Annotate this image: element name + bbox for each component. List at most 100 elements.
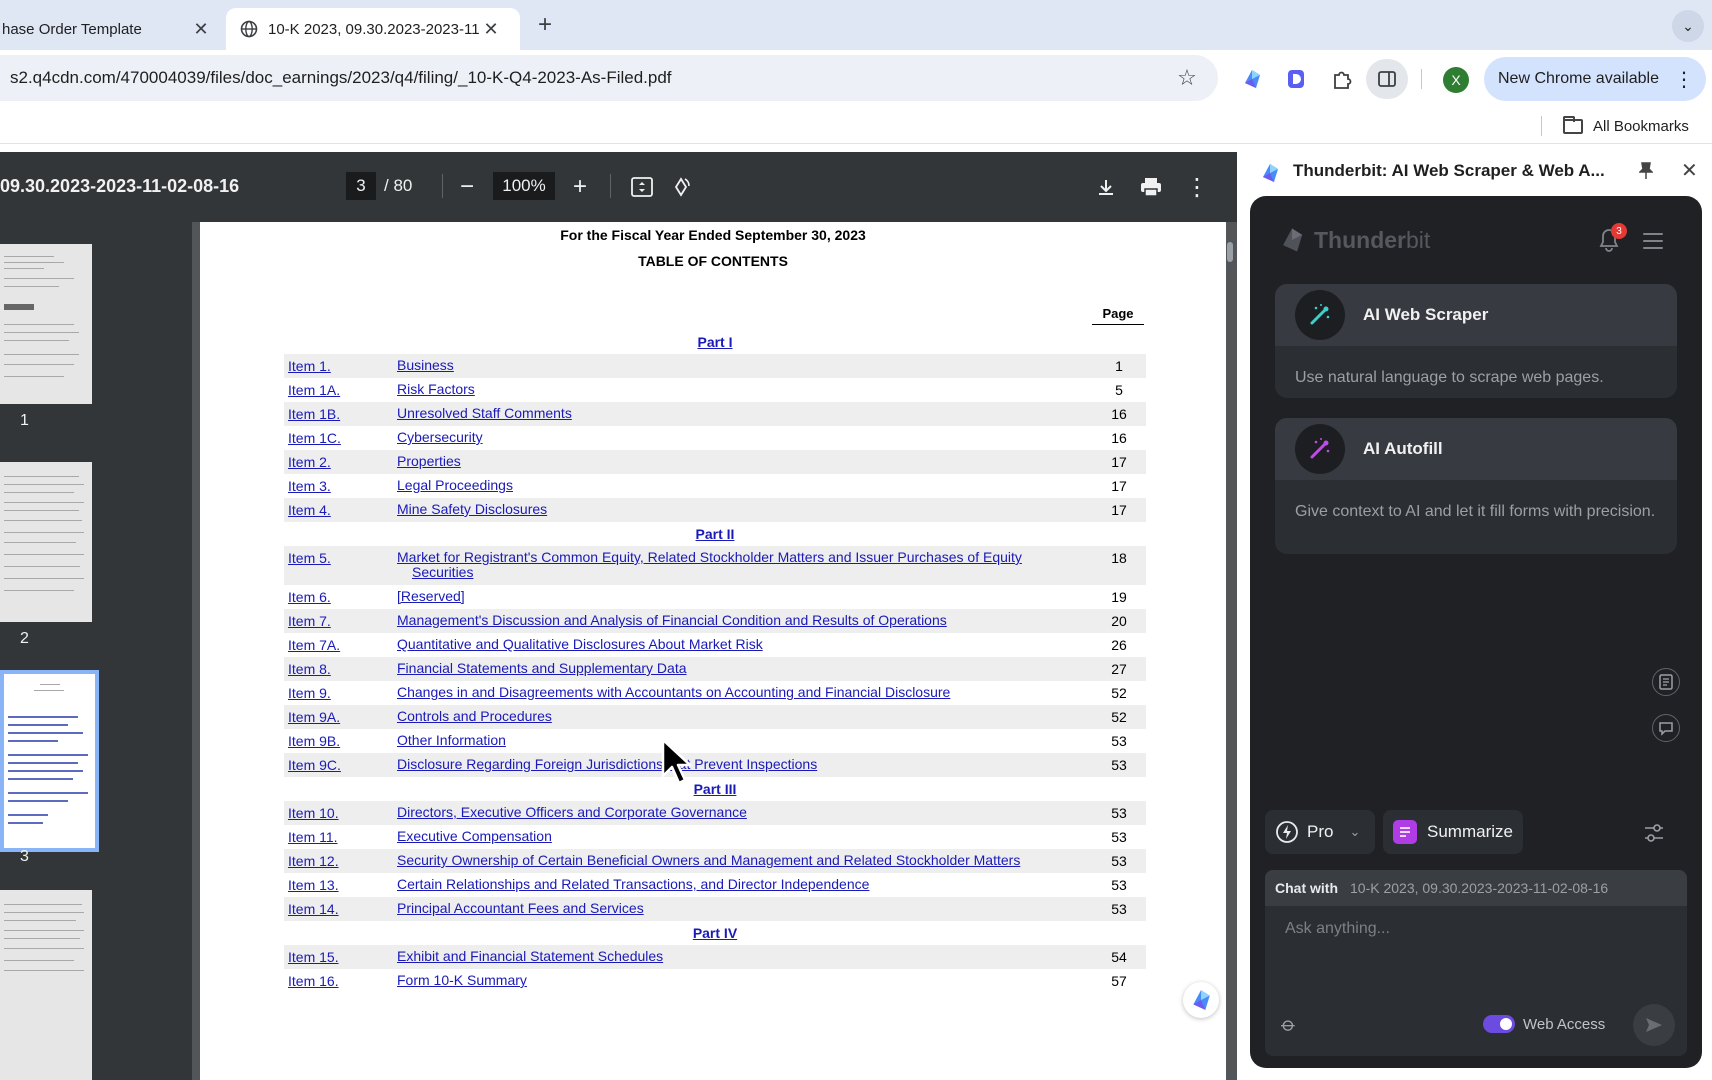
item-link[interactable]: Item 11. [288, 829, 338, 845]
part-heading[interactable]: Part III [284, 777, 1146, 801]
thunderbit-floating-button[interactable] [1183, 982, 1219, 1018]
tab-purchase-order[interactable]: hase Order Template ✕ [0, 8, 222, 50]
item-link[interactable]: Item 12. [288, 853, 339, 869]
title-link[interactable]: Financial Statements and Supplementary D… [397, 661, 1087, 676]
tab-search-button[interactable]: ⌄ [1672, 10, 1704, 42]
title-link[interactable]: Disclosure Regarding Foreign Jurisdictio… [397, 757, 1087, 772]
web-access-toggle[interactable] [1483, 1015, 1515, 1033]
tab-10k-pdf[interactable]: 10-K 2023, 09.30.2023-2023-11-02-08-16 ✕ [226, 8, 520, 50]
item-link[interactable]: Item 3. [288, 478, 331, 494]
item-link[interactable]: Item 5. [288, 550, 331, 566]
summarize-button[interactable]: Summarize [1383, 810, 1523, 854]
fit-page-button[interactable] [627, 172, 657, 202]
d-extension-icon[interactable] [1282, 65, 1310, 93]
item-link[interactable]: Item 4. [288, 502, 331, 518]
part-heading[interactable]: Part I [284, 330, 1146, 354]
item-link[interactable]: Item 10. [288, 805, 339, 821]
item-link[interactable]: Item 7. [288, 613, 331, 629]
chat-input[interactable]: Ask anything... [1285, 920, 1390, 938]
title-link[interactable]: Quantitative and Qualitative Disclosures… [397, 637, 1087, 652]
title-link[interactable]: Exhibit and Financial Statement Schedule… [397, 949, 1087, 964]
page-number: 17 [1111, 454, 1127, 470]
zoom-level-input[interactable]: 100% [493, 172, 555, 200]
item-link[interactable]: Item 1B. [288, 406, 340, 422]
item-link[interactable]: Item 6. [288, 589, 331, 605]
title-link[interactable]: Legal Proceedings [397, 478, 1087, 493]
zoom-out-button[interactable]: − [452, 172, 482, 202]
settings-sliders-icon[interactable] [1643, 822, 1665, 844]
title-link[interactable]: Properties [397, 454, 1087, 469]
item-link[interactable]: Item 9C. [288, 757, 341, 773]
thumbnail-page-4[interactable] [0, 890, 92, 1080]
item-link[interactable]: Item 1C. [288, 430, 341, 446]
item-link[interactable]: Item 9. [288, 685, 331, 701]
thunderbit-extension-icon[interactable] [1238, 65, 1266, 93]
print-button[interactable] [1136, 172, 1166, 202]
close-icon[interactable]: ✕ [190, 18, 212, 40]
puzzle-icon[interactable] [1328, 65, 1356, 93]
document-icon[interactable] [1652, 668, 1680, 696]
item-link[interactable]: Item 14. [288, 901, 339, 917]
download-button[interactable] [1091, 172, 1121, 202]
rotate-button[interactable] [666, 172, 696, 202]
title-link[interactable]: Security Ownership of Certain Beneficial… [397, 853, 1087, 868]
title-link[interactable]: Risk Factors [397, 382, 1087, 397]
title-link[interactable]: Controls and Procedures [397, 709, 1087, 724]
title-link[interactable]: Changes in and Disagreements with Accoun… [397, 685, 1087, 700]
thumbnail-page-2[interactable] [0, 462, 92, 622]
side-panel-icon[interactable] [1366, 59, 1408, 99]
item-link[interactable]: Item 2. [288, 454, 331, 470]
new-tab-button[interactable]: + [532, 11, 558, 38]
menu-icon[interactable] [1643, 233, 1663, 249]
model-selector[interactable]: Pro ⌄ [1265, 810, 1375, 854]
part-heading[interactable]: Part IV [284, 921, 1146, 945]
url-text[interactable]: s2.q4cdn.com/470004039/files/doc_earning… [0, 68, 1172, 88]
new-chrome-button[interactable]: New Chrome available ⋮ [1484, 57, 1706, 101]
send-button[interactable] [1633, 1004, 1675, 1046]
title-link[interactable]: Unresolved Staff Comments [397, 406, 1087, 421]
item-link[interactable]: Item 15. [288, 949, 339, 965]
item-link[interactable]: Item 16. [288, 973, 339, 989]
profile-avatar[interactable]: X [1443, 67, 1469, 93]
page-number: 16 [1111, 406, 1127, 422]
all-bookmarks-button[interactable]: All Bookmarks [1563, 114, 1689, 138]
item-link[interactable]: Item 9A. [288, 709, 340, 725]
star-icon[interactable]: ☆ [1172, 65, 1202, 91]
title-link[interactable]: Mine Safety Disclosures [397, 502, 1087, 517]
title-link[interactable]: Principal Accountant Fees and Services [397, 901, 1087, 916]
item-link[interactable]: Item 1. [288, 358, 331, 374]
pin-icon[interactable] [1639, 162, 1653, 180]
title-link[interactable]: Cybersecurity [397, 430, 1087, 445]
item-link[interactable]: Item 7A. [288, 637, 340, 653]
item-link[interactable]: Item 9B. [288, 733, 340, 749]
title-link[interactable]: Other Information [397, 733, 1087, 748]
title-link[interactable]: Certain Relationships and Related Transa… [397, 877, 1087, 892]
item-link[interactable]: Item 13. [288, 877, 339, 893]
close-icon[interactable]: ✕ [1681, 158, 1698, 183]
ai-autofill-card[interactable]: AI Autofill Give context to AI and let i… [1275, 418, 1677, 554]
close-icon[interactable]: ✕ [480, 18, 502, 40]
page-number: 54 [1111, 949, 1127, 965]
address-bar[interactable]: s2.q4cdn.com/470004039/files/doc_earning… [0, 55, 1218, 101]
ai-web-scraper-card[interactable]: AI Web Scraper Use natural language to s… [1275, 284, 1677, 398]
thumbnail-page-3[interactable] [0, 670, 99, 852]
thumbnail-page-1[interactable] [0, 244, 92, 404]
title-link[interactable]: Management's Discussion and Analysis of … [397, 613, 1087, 628]
page-number: 52 [1111, 685, 1127, 701]
zoom-in-button[interactable]: + [565, 172, 595, 202]
title-link[interactable]: Business [397, 358, 1087, 373]
part-heading[interactable]: Part II [284, 522, 1146, 546]
title-link[interactable]: Market for Registrant's Common Equity, R… [397, 550, 1087, 580]
more-icon[interactable]: ⋮ [1674, 67, 1694, 92]
pdf-scrollbar[interactable] [1227, 242, 1233, 262]
title-link[interactable]: [Reserved] [397, 589, 1087, 604]
title-link[interactable]: Executive Compensation [397, 829, 1087, 844]
more-options-button[interactable]: ⋮ [1182, 172, 1212, 202]
item-link[interactable]: Item 8. [288, 661, 331, 677]
title-link[interactable]: Directors, Executive Officers and Corpor… [397, 805, 1087, 820]
title-link[interactable]: Form 10-K Summary [397, 973, 1087, 988]
page-number-input[interactable]: 3 [346, 172, 376, 200]
chat-icon[interactable] [1652, 714, 1680, 742]
item-link[interactable]: Item 1A. [288, 382, 340, 398]
attachment-icon[interactable]: ⌀ [1276, 1011, 1302, 1037]
